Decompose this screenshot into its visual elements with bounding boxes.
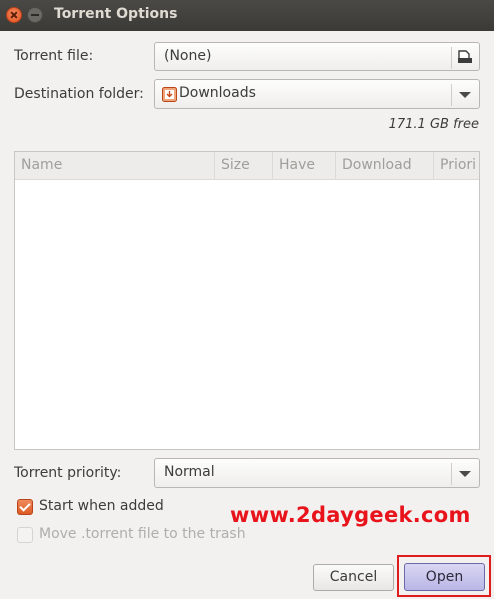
open-file-icon (458, 50, 472, 63)
minimize-icon[interactable] (27, 7, 43, 23)
destination-folder-value: Downloads (179, 85, 256, 101)
column-header-have[interactable]: Have (273, 152, 336, 179)
destination-folder-select[interactable]: Downloads (154, 79, 480, 109)
torrent-priority-value: Normal (164, 464, 215, 480)
column-header-name[interactable]: Name (15, 152, 215, 179)
open-button[interactable]: Open (404, 563, 485, 591)
torrent-file-label: Torrent file: (14, 48, 94, 64)
column-header-download[interactable]: Download (336, 152, 434, 179)
torrent-file-chooser[interactable]: (None) (154, 42, 480, 71)
table-header: Name Size Have Download Priori (15, 152, 479, 180)
move-to-trash-label: Move .torrent file to the trash (39, 526, 246, 542)
column-header-size[interactable]: Size (215, 152, 273, 179)
destination-folder-label: Destination folder: (14, 86, 144, 102)
column-header-priority[interactable]: Priori (434, 152, 479, 179)
chevron-down-icon (459, 471, 471, 477)
torrent-file-value: (None) (164, 48, 212, 64)
window-title: Torrent Options (54, 6, 178, 22)
downloads-folder-icon (162, 87, 177, 102)
free-space-text: 171.1 GB free (388, 117, 479, 132)
cancel-button[interactable]: Cancel (313, 564, 394, 591)
close-icon[interactable] (6, 7, 22, 23)
chevron-down-icon (459, 92, 471, 98)
watermark-text: www.2daygeek.com (230, 503, 471, 527)
torrent-priority-label: Torrent priority: (14, 465, 122, 481)
start-when-added-label: Start when added (39, 498, 164, 514)
move-to-trash-checkbox[interactable] (17, 527, 33, 543)
torrent-priority-select[interactable]: Normal (154, 458, 480, 488)
title-bar: Torrent Options (0, 0, 494, 31)
start-when-added-checkbox[interactable] (17, 499, 33, 515)
file-list-table[interactable]: Name Size Have Download Priori (14, 151, 480, 450)
